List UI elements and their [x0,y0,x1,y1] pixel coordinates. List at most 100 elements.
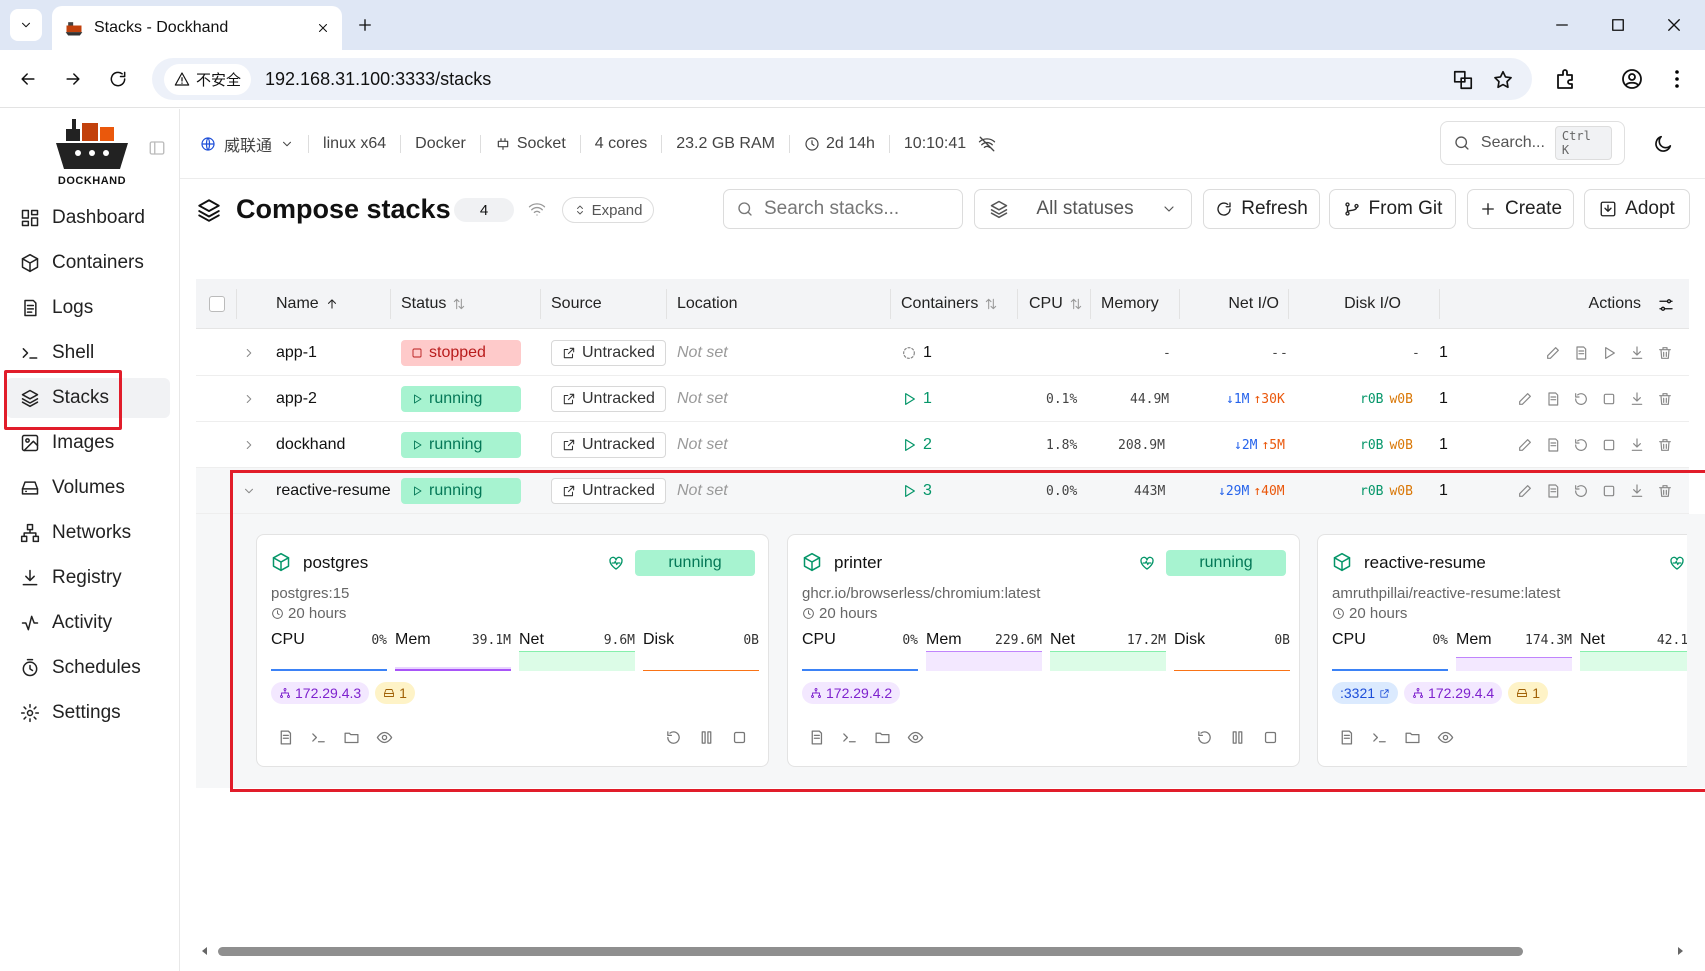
pause-icon[interactable] [698,729,715,746]
sidebar-item-networks[interactable]: Networks [6,513,170,553]
folder-icon[interactable] [343,729,360,746]
logs-icon[interactable] [1545,437,1561,453]
reload-icon[interactable] [108,69,128,89]
folder-icon[interactable] [874,729,891,746]
security-warning[interactable]: 不安全 [164,63,252,95]
logs-icon[interactable] [1338,729,1355,746]
table-row-expanded[interactable]: reactive-resume running Untracked Not se… [196,468,1689,514]
trash-icon[interactable] [1657,391,1673,407]
sidebar-item-containers[interactable]: Containers [6,243,170,283]
eye-icon[interactable] [1437,729,1454,746]
column-settings-icon[interactable] [1657,296,1675,314]
column-cpu[interactable]: CPU [1029,279,1083,329]
restart-icon[interactable] [1573,391,1589,407]
download-icon[interactable] [1629,437,1645,453]
adopt-button[interactable]: Adopt [1584,189,1690,229]
scroll-left-icon[interactable] [200,946,210,956]
translate-icon[interactable] [1452,69,1474,91]
environment-selector[interactable]: 威联通 [224,132,272,156]
stop-icon[interactable] [1601,483,1617,499]
scroll-right-icon[interactable] [1675,946,1685,956]
logs-icon[interactable] [808,729,825,746]
window-close-icon[interactable] [1665,16,1683,34]
close-icon[interactable] [316,21,330,35]
stack-name[interactable]: dockhand [276,422,345,468]
terminal-icon[interactable] [310,729,327,746]
bookmark-star-icon[interactable] [1492,69,1514,91]
collapse-sidebar-icon[interactable] [148,139,166,157]
edit-icon[interactable] [1517,437,1533,453]
logs-icon[interactable] [1573,345,1589,361]
restart-icon[interactable] [1196,729,1213,746]
restart-icon[interactable] [1573,437,1589,453]
download-icon[interactable] [1629,345,1645,361]
trash-icon[interactable] [1657,437,1673,453]
omnibox[interactable]: 不安全 192.168.31.100:3333/stacks [152,58,1532,100]
sidebar-item-dashboard[interactable]: Dashboard [6,198,170,238]
select-all-checkbox[interactable] [209,296,225,312]
minimize-icon[interactable] [1553,16,1571,34]
expand-button[interactable]: Expand [562,197,654,223]
chevron-right-icon[interactable] [242,346,256,360]
stop-icon[interactable] [1262,729,1279,746]
forward-icon[interactable] [63,69,83,89]
container-card[interactable]: reactive-resume amruthpillai/reactive-re… [1317,534,1687,767]
table-row[interactable]: app-1 stopped Untracked Not set 1 - - - … [196,330,1689,376]
horizontal-scrollbar[interactable] [196,942,1689,960]
create-button[interactable]: Create [1467,189,1574,229]
column-name[interactable]: Name [276,279,339,329]
logs-icon[interactable] [1545,483,1561,499]
logo[interactable]: DOCKHAND [52,119,132,191]
play-icon[interactable] [1601,345,1617,361]
browser-tab[interactable]: Stacks - Dockhand [52,6,342,50]
sidebar-item-shell[interactable]: Shell [6,333,170,373]
eye-icon[interactable] [376,729,393,746]
stack-name[interactable]: reactive-resume [276,468,391,514]
stop-icon[interactable] [1601,391,1617,407]
edit-icon[interactable] [1517,391,1533,407]
restart-icon[interactable] [665,729,682,746]
dark-mode-icon[interactable] [1652,133,1674,155]
trash-icon[interactable] [1657,483,1673,499]
chevron-right-icon[interactable] [242,392,256,406]
refresh-button[interactable]: Refresh [1203,189,1320,229]
table-row[interactable]: app-2 running Untracked Not set 1 0.1% 4… [196,376,1689,422]
back-icon[interactable] [18,69,38,89]
stop-icon[interactable] [1601,437,1617,453]
table-row[interactable]: dockhand running Untracked Not set 2 1.8… [196,422,1689,468]
live-updates-icon[interactable] [528,200,546,218]
container-card[interactable]: postgres running postgres:15 20 hours CP… [256,534,769,767]
download-icon[interactable] [1629,391,1645,407]
sidebar-item-registry[interactable]: Registry [6,558,170,598]
stop-icon[interactable] [731,729,748,746]
chevron-down-icon[interactable] [242,484,256,498]
status-filter-select[interactable]: All statuses [974,189,1192,229]
new-tab-icon[interactable] [356,16,374,34]
terminal-icon[interactable] [1371,729,1388,746]
column-containers[interactable]: Containers [901,279,998,329]
column-status[interactable]: Status [401,279,466,329]
folder-icon[interactable] [1404,729,1421,746]
eye-icon[interactable] [907,729,924,746]
sidebar-item-schedules[interactable]: Schedules [6,648,170,688]
chevron-right-icon[interactable] [242,438,256,452]
chevron-down-icon[interactable] [280,137,294,151]
scrollbar-thumb[interactable] [218,947,1523,956]
global-search[interactable]: Search... Ctrl K [1440,121,1625,165]
profile-icon[interactable] [1620,67,1644,91]
sidebar-item-activity[interactable]: Activity [6,603,170,643]
edit-icon[interactable] [1517,483,1533,499]
edit-icon[interactable] [1545,345,1561,361]
sidebar-item-volumes[interactable]: Volumes [6,468,170,508]
browser-menu-icon[interactable] [1665,67,1689,91]
container-card[interactable]: printer running ghcr.io/browserless/chro… [787,534,1300,767]
pause-icon[interactable] [1229,729,1246,746]
stack-name[interactable]: app-2 [276,376,317,422]
download-icon[interactable] [1629,483,1645,499]
tab-search-button[interactable] [10,9,42,41]
port-tag[interactable]: :3321 [1332,682,1399,704]
maximize-icon[interactable] [1609,16,1627,34]
stack-name[interactable]: app-1 [276,330,317,376]
from-git-button[interactable]: From Git [1329,189,1456,229]
terminal-icon[interactable] [841,729,858,746]
